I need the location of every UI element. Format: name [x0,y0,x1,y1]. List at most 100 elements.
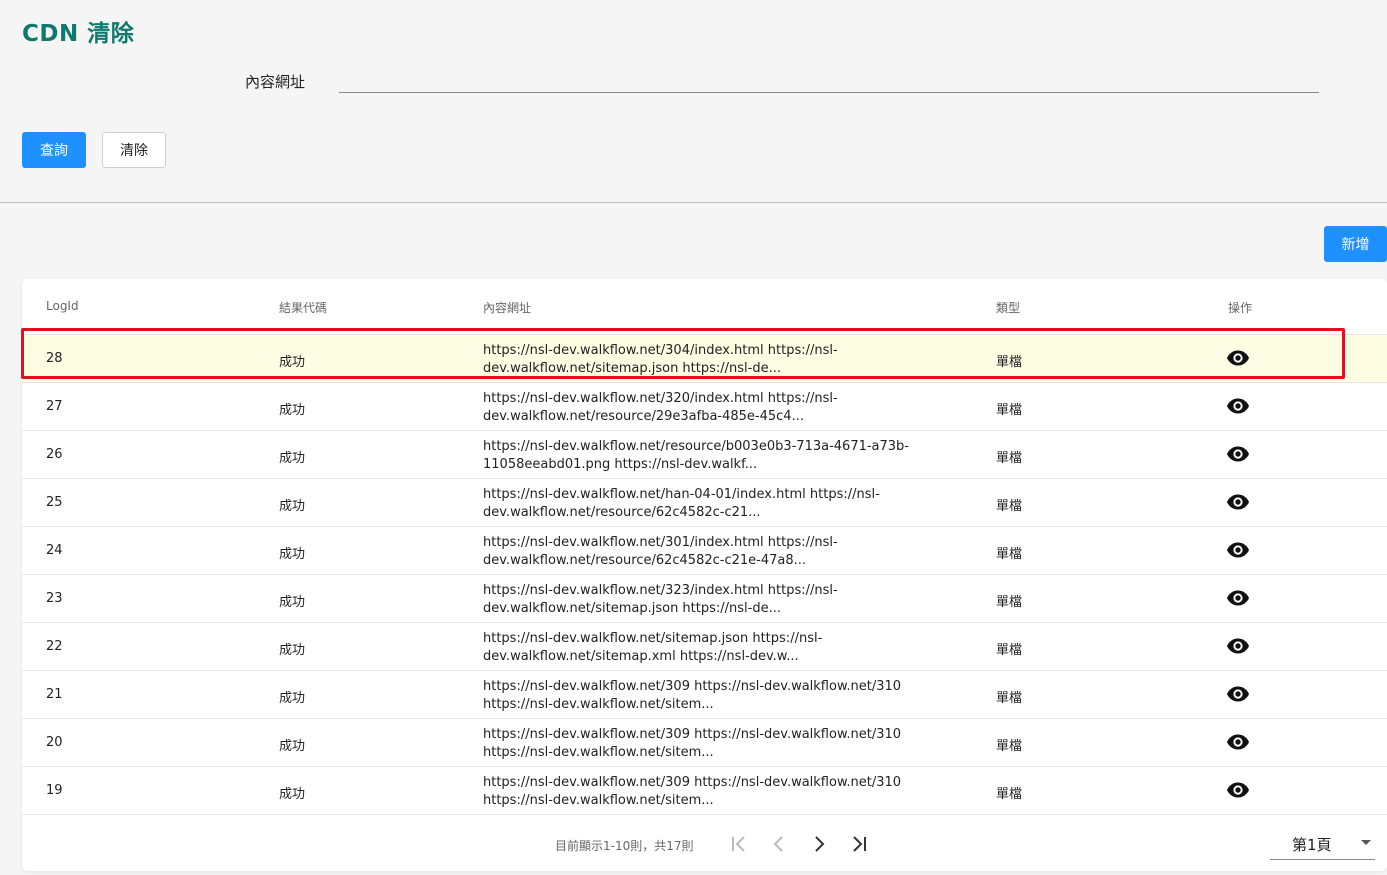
cell-log-id: 19 [46,783,63,798]
eye-icon[interactable] [1226,349,1252,369]
first-page-icon[interactable] [728,833,750,855]
cell-content-url: https://nsl-dev.walkflow.net/han-04-01/i… [483,486,953,522]
cell-log-id: 24 [46,543,63,558]
section-divider [0,202,1387,203]
cell-result-code: 成功 [279,451,306,466]
eye-icon[interactable] [1226,733,1252,753]
cell-type: 單檔 [996,403,1023,418]
table-row[interactable]: 21 成功 https://nsl-dev.walkflow.net/309 htt… [22,670,1387,718]
cell-type: 單檔 [996,787,1023,802]
eye-icon[interactable] [1226,589,1252,609]
cell-type: 單檔 [996,355,1023,370]
cell-type: 單檔 [996,451,1023,466]
cell-url-line-2: https://nsl-dev.walkflow.net/sitem... [483,745,714,760]
cell-url-line-1: https://nsl-dev.walkflow.net/304/index.h… [483,343,838,358]
table-row[interactable]: 27 成功 https://nsl-dev.walkflow.net/320/ind… [22,382,1387,430]
cell-url-line-2: dev.walkflow.net/resource/62c4582c-c21..… [483,505,761,520]
cell-url-line-2: dev.walkflow.net/resource/29e3afba-485e-… [483,409,804,424]
eye-icon[interactable] [1226,493,1252,513]
pagination-info: 目前顯示1-10則，共17則 [555,839,694,853]
cell-url-line-2: https://nsl-dev.walkflow.net/sitem... [483,697,714,712]
content-url-label: 內容網址 [245,73,306,91]
table-row[interactable]: 20 成功 https://nsl-dev.walkflow.net/309 htt… [22,718,1387,766]
eye-icon[interactable] [1226,637,1252,657]
cell-result-code: 成功 [279,643,306,658]
cell-result-code: 成功 [279,547,306,562]
cell-result-code: 成功 [279,691,306,706]
cell-type: 單檔 [996,499,1023,514]
log-table-card: LogId 結果代碼 內容網址 類型 操作 28 成功 https://nsl-de… [22,279,1387,871]
table-body: 28 成功 https://nsl-dev.walkflow.net/304/ind… [22,334,1387,814]
cell-type: 單檔 [996,691,1023,706]
cell-url-line-2: 11058eeabd01.png https://nsl-dev.walkf..… [483,457,758,472]
cell-log-id: 28 [46,351,63,366]
dropdown-arrow-icon [1361,840,1371,845]
cell-type: 單檔 [996,595,1023,610]
query-button[interactable]: 查詢 [22,132,86,168]
cell-log-id: 21 [46,687,63,702]
cell-url-line-2: dev.walkflow.net/sitemap.xml https://nsl… [483,649,799,664]
chevron-left-icon[interactable] [768,833,790,855]
cell-log-id: 22 [46,639,63,654]
cell-result-code: 成功 [279,787,306,802]
content-url-input[interactable] [339,66,1319,93]
cell-log-id: 25 [46,495,63,510]
cell-url-line-1: https://nsl-dev.walkflow.net/han-04-01/i… [483,487,880,502]
cell-content-url: https://nsl-dev.walkflow.net/301/index.h… [483,534,953,570]
cell-log-id: 27 [46,399,63,414]
table-row[interactable]: 26 成功 https://nsl-dev.walkflow.net/resourc… [22,430,1387,478]
cell-result-code: 成功 [279,403,306,418]
table-row[interactable]: 19 成功 https://nsl-dev.walkflow.net/309 htt… [22,766,1387,814]
cell-result-code: 成功 [279,739,306,754]
cell-result-code: 成功 [279,499,306,514]
cell-log-id: 20 [46,735,63,750]
cell-url-line-1: https://nsl-dev.walkflow.net/309 https:/… [483,775,902,790]
cell-url-line-1: https://nsl-dev.walkflow.net/320/index.h… [483,391,838,406]
table-row[interactable]: 22 成功 https://nsl-dev.walkflow.net/sitemap… [22,622,1387,670]
cell-content-url: https://nsl-dev.walkflow.net/sitemap.jso… [483,630,953,666]
table-row[interactable]: 25 成功 https://nsl-dev.walkflow.net/han-04-… [22,478,1387,526]
cell-content-url: https://nsl-dev.walkflow.net/320/index.h… [483,390,953,426]
column-header-result-code: 結果代碼 [279,301,328,315]
cell-result-code: 成功 [279,595,306,610]
last-page-icon[interactable] [848,833,870,855]
table-footer: 目前顯示1-10則，共17則 第1頁 [22,814,1387,871]
cell-content-url: https://nsl-dev.walkflow.net/309 https:/… [483,774,953,810]
eye-icon[interactable] [1226,445,1252,465]
cell-url-line-1: https://nsl-dev.walkflow.net/309 https:/… [483,679,902,694]
clear-button[interactable]: 清除 [102,132,166,168]
cell-type: 單檔 [996,643,1023,658]
table-row[interactable]: 23 成功 https://nsl-dev.walkflow.net/323/ind… [22,574,1387,622]
cell-url-line-1: https://nsl-dev.walkflow.net/309 https:/… [483,727,902,742]
chevron-right-icon[interactable] [808,833,830,855]
cell-url-line-1: https://nsl-dev.walkflow.net/323/index.h… [483,583,838,598]
cell-log-id: 26 [46,447,63,462]
add-button[interactable]: 新增 [1324,226,1387,262]
cell-type: 單檔 [996,547,1023,562]
cell-content-url: https://nsl-dev.walkflow.net/304/index.h… [483,342,953,378]
cell-content-url: https://nsl-dev.walkflow.net/309 https:/… [483,726,953,762]
eye-icon[interactable] [1226,397,1252,417]
column-header-content-url: 內容網址 [483,301,532,315]
cell-url-line-1: https://nsl-dev.walkflow.net/301/index.h… [483,535,838,550]
table-header: LogId 結果代碼 內容網址 類型 操作 [22,279,1387,334]
cell-result-code: 成功 [279,355,306,370]
cell-url-line-1: https://nsl-dev.walkflow.net/resource/b0… [483,439,909,454]
eye-icon[interactable] [1226,685,1252,705]
eye-icon[interactable] [1226,781,1252,801]
table-row[interactable]: 28 成功 https://nsl-dev.walkflow.net/304/ind… [22,334,1387,382]
page-select[interactable]: 第1頁 [1270,827,1375,860]
cell-content-url: https://nsl-dev.walkflow.net/309 https:/… [483,678,953,714]
table-row[interactable]: 24 成功 https://nsl-dev.walkflow.net/301/ind… [22,526,1387,574]
column-header-actions: 操作 [1228,301,1253,315]
cell-url-line-2: https://nsl-dev.walkflow.net/sitem... [483,793,714,808]
cell-url-line-2: dev.walkflow.net/sitemap.json https://ns… [483,601,781,616]
cell-log-id: 23 [46,591,63,606]
cell-url-line-2: dev.walkflow.net/sitemap.json https://ns… [483,361,781,376]
page-select-value: 第1頁 [1292,836,1332,854]
column-header-logid: LogId [46,299,79,313]
cell-content-url: https://nsl-dev.walkflow.net/resource/b0… [483,438,953,474]
column-header-type: 類型 [996,301,1021,315]
eye-icon[interactable] [1226,541,1252,561]
cell-type: 單檔 [996,739,1023,754]
